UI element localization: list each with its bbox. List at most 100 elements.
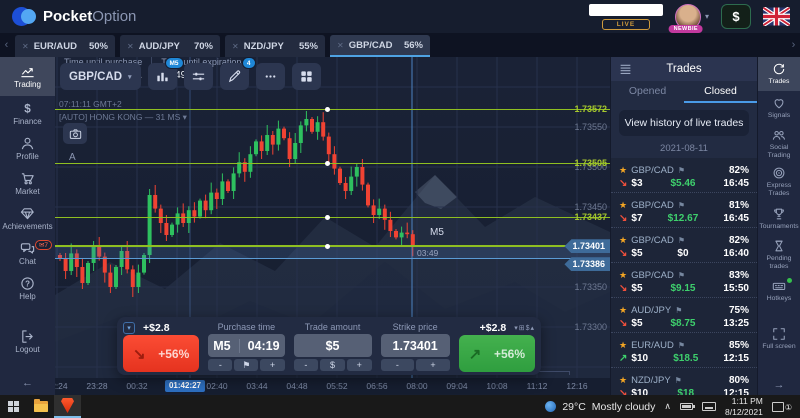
favorite-star-icon[interactable]: ★ bbox=[619, 165, 627, 176]
language-flag-uk-icon[interactable] bbox=[763, 7, 790, 26]
chart-area[interactable]: GBP/CAD ▾ M5 4 Time until purchase Time … bbox=[55, 57, 610, 395]
amount-plus-button[interactable]: + bbox=[346, 359, 372, 371]
close-tab-icon[interactable]: ✕ bbox=[22, 42, 29, 51]
strike-level-line[interactable] bbox=[55, 245, 610, 248]
account-menu[interactable]: NEWBIE ▾ bbox=[668, 3, 709, 33]
close-tab-icon[interactable]: ✕ bbox=[127, 42, 134, 51]
trade-row-eur-aud[interactable]: ★ EUR/AUD ⚑ 85% ↗ $10 $18.5 12:15 bbox=[611, 333, 757, 368]
trade-profit-value: $0 bbox=[677, 247, 689, 259]
brave-browser-button[interactable] bbox=[54, 395, 81, 418]
strike-price-badge[interactable]: 1.73401 bbox=[564, 239, 610, 254]
purchase-time-plus-button[interactable]: + bbox=[260, 359, 285, 371]
brave-icon bbox=[61, 398, 74, 413]
level-drag-handle[interactable] bbox=[325, 106, 330, 112]
sell-button[interactable]: ↘ +56% bbox=[123, 335, 200, 372]
more-tools-button[interactable] bbox=[255, 63, 285, 90]
chevron-down-icon[interactable]: ▾ bbox=[705, 12, 709, 21]
touch-keyboard-icon[interactable] bbox=[702, 402, 716, 411]
server-node[interactable]: [AUTO] HONG KONG — 31 MS ▾ bbox=[59, 111, 187, 124]
file-explorer-button[interactable] bbox=[27, 395, 54, 418]
expiration-price-badge[interactable]: 1.73386 bbox=[564, 257, 610, 272]
taskbar-clock[interactable]: 1:11 PM 8/12/2021 bbox=[725, 396, 763, 417]
panel-item-social-trading[interactable]: Social Trading bbox=[758, 125, 800, 163]
drawing-tools-button[interactable]: 4 bbox=[219, 57, 256, 90]
asset-tab-gbp-cad[interactable]: ✕ GBP/CAD 56% bbox=[330, 35, 430, 57]
chart-type-button[interactable]: M5 bbox=[147, 57, 184, 90]
list-icon[interactable] bbox=[619, 63, 632, 75]
action-center-button[interactable]: ① bbox=[771, 401, 792, 412]
trade-row-aud-jpy[interactable]: ★ AUD/JPY ⚑ 75% ↘ $5 $8.75 13:25 bbox=[611, 298, 757, 333]
buy-button[interactable]: ↗ +56% bbox=[458, 335, 535, 372]
favorite-star-icon[interactable]: ★ bbox=[619, 270, 627, 281]
sidebar-item-trading[interactable]: Trading bbox=[0, 57, 55, 96]
start-button[interactable] bbox=[0, 395, 27, 418]
tab-closed[interactable]: Closed bbox=[684, 81, 757, 103]
symbol-selector[interactable]: GBP/CAD ▾ bbox=[60, 63, 141, 90]
strike-price-value[interactable]: 1.73401 bbox=[380, 334, 450, 357]
asset-tab-eur-aud[interactable]: ✕ EUR/AUD 50% bbox=[15, 35, 115, 57]
asset-tab-nzd-jpy[interactable]: ✕ NZD/JPY 55% bbox=[225, 35, 325, 57]
currency-button[interactable]: $ bbox=[721, 4, 751, 29]
screenshot-button[interactable] bbox=[63, 123, 87, 144]
sidebar-item-achievements[interactable]: Achievements bbox=[0, 201, 55, 236]
trade-row-gbp-cad[interactable]: ★ GBP/CAD ⚑ 82% ↘ $3 $5.46 16:45 bbox=[611, 158, 757, 193]
brand-logo[interactable]: PocketOption bbox=[12, 7, 136, 26]
panel-collapse-icon[interactable]: ▾ bbox=[123, 321, 135, 334]
trade-amount-label: Trade amount bbox=[304, 322, 361, 332]
panel-item-tournaments[interactable]: Tournaments bbox=[758, 202, 800, 236]
strike-plus-button[interactable]: + bbox=[416, 359, 450, 371]
sidebar-item-finance[interactable]: $ Finance bbox=[0, 96, 55, 131]
indicators-button[interactable] bbox=[183, 63, 213, 90]
pocket-option-app: PocketOption LIVE NEWBIE ▾ $ ‹ ✕ EUR/AUD… bbox=[0, 0, 800, 418]
trade-row-gbp-cad[interactable]: ★ GBP/CAD ⚑ 81% ↘ $7 $12.67 16:45 bbox=[611, 193, 757, 228]
sidebar-item-help[interactable]: ? Help bbox=[0, 271, 55, 306]
panel-item-hotkeys[interactable]: Hotkeys bbox=[758, 274, 800, 308]
trade-row-nzd-jpy[interactable]: ★ NZD/JPY ⚑ 80% ↘ $10 $18 12:15 bbox=[611, 368, 757, 396]
panel-item-full-screen[interactable]: Full screen bbox=[758, 322, 800, 356]
trade-row-gbp-cad[interactable]: ★ GBP/CAD ⚑ 82% ↘ $5 $0 16:40 bbox=[611, 228, 757, 263]
level-drag-handle[interactable] bbox=[325, 214, 330, 220]
asset-tab-aud-jpy[interactable]: ✕ AUD/JPY 70% bbox=[120, 35, 220, 57]
close-tab-icon[interactable]: ✕ bbox=[337, 41, 344, 50]
purchase-time-minus-button[interactable]: - bbox=[208, 359, 233, 371]
level-drag-handle[interactable] bbox=[325, 160, 330, 166]
layout-grid-button[interactable] bbox=[291, 63, 321, 90]
sidebar-item-logout[interactable]: Logout bbox=[0, 324, 55, 359]
time-axis[interactable]: 22:24 23:28 00:32 01:42:2702:40 03:44 04:48 05… bbox=[55, 378, 610, 395]
favorite-star-icon[interactable]: ★ bbox=[619, 375, 627, 386]
panel-item-express-trades[interactable]: Express Trades bbox=[758, 163, 800, 201]
close-tab-icon[interactable]: ✕ bbox=[232, 42, 239, 51]
panel-item-signals[interactable]: Signals bbox=[758, 91, 800, 125]
favorite-star-icon[interactable]: ★ bbox=[619, 305, 627, 316]
sidebar-expand-icon[interactable]: → bbox=[758, 379, 800, 395]
favorite-star-icon[interactable]: ★ bbox=[619, 340, 627, 351]
tabs-scroll-right-icon[interactable]: › bbox=[787, 33, 800, 57]
favorite-star-icon[interactable]: ★ bbox=[619, 235, 627, 246]
purchase-time-value[interactable]: M5 04:19 bbox=[208, 334, 285, 357]
battery-icon[interactable] bbox=[680, 403, 695, 410]
marker-a-label[interactable]: A bbox=[69, 152, 76, 163]
view-history-button[interactable]: View history of live trades bbox=[619, 110, 749, 136]
panel-item-label: Tournaments bbox=[759, 222, 799, 230]
amount-minus-button[interactable]: - bbox=[293, 359, 319, 371]
payout-settings-icons[interactable]: ▾⊞$▴ bbox=[514, 324, 535, 332]
tab-opened[interactable]: Opened bbox=[611, 81, 684, 103]
trade-row-gbp-cad[interactable]: ★ GBP/CAD ⚑ 83% ↘ $5 $9.15 15:50 bbox=[611, 263, 757, 298]
sidebar-item-profile[interactable]: Profile bbox=[0, 131, 55, 166]
panel-item-trades[interactable]: Trades bbox=[758, 57, 800, 91]
tabs-scroll-left-icon[interactable]: ‹ bbox=[0, 33, 13, 57]
strike-minus-button[interactable]: - bbox=[380, 359, 415, 371]
weather-widget[interactable]: 29°C Mostly cloudy bbox=[545, 401, 655, 413]
amount-currency-button[interactable]: $ bbox=[320, 359, 345, 371]
sidebar-collapse-icon[interactable]: ← bbox=[0, 377, 55, 393]
sidebar-item-market[interactable]: Market bbox=[0, 166, 55, 201]
sidebar-item-chat[interactable]: Chat ✉7 bbox=[0, 236, 55, 271]
favorite-star-icon[interactable]: ★ bbox=[619, 200, 627, 211]
purchase-time-flag-icon[interactable]: ⚑ bbox=[234, 359, 259, 371]
panel-item-pending-trades[interactable]: Pending trades bbox=[758, 236, 800, 274]
trade-amount-value[interactable]: $5 bbox=[293, 334, 372, 357]
expiration-level-line[interactable] bbox=[55, 257, 610, 259]
closed-trades-list[interactable]: ★ GBP/CAD ⚑ 82% ↘ $3 $5.46 16:45 ★ GBP/CAD ⚑ 81% ↘ $7… bbox=[611, 158, 757, 395]
level-drag-handle[interactable] bbox=[325, 243, 330, 249]
tray-expand-icon[interactable]: ∧ bbox=[664, 401, 671, 412]
